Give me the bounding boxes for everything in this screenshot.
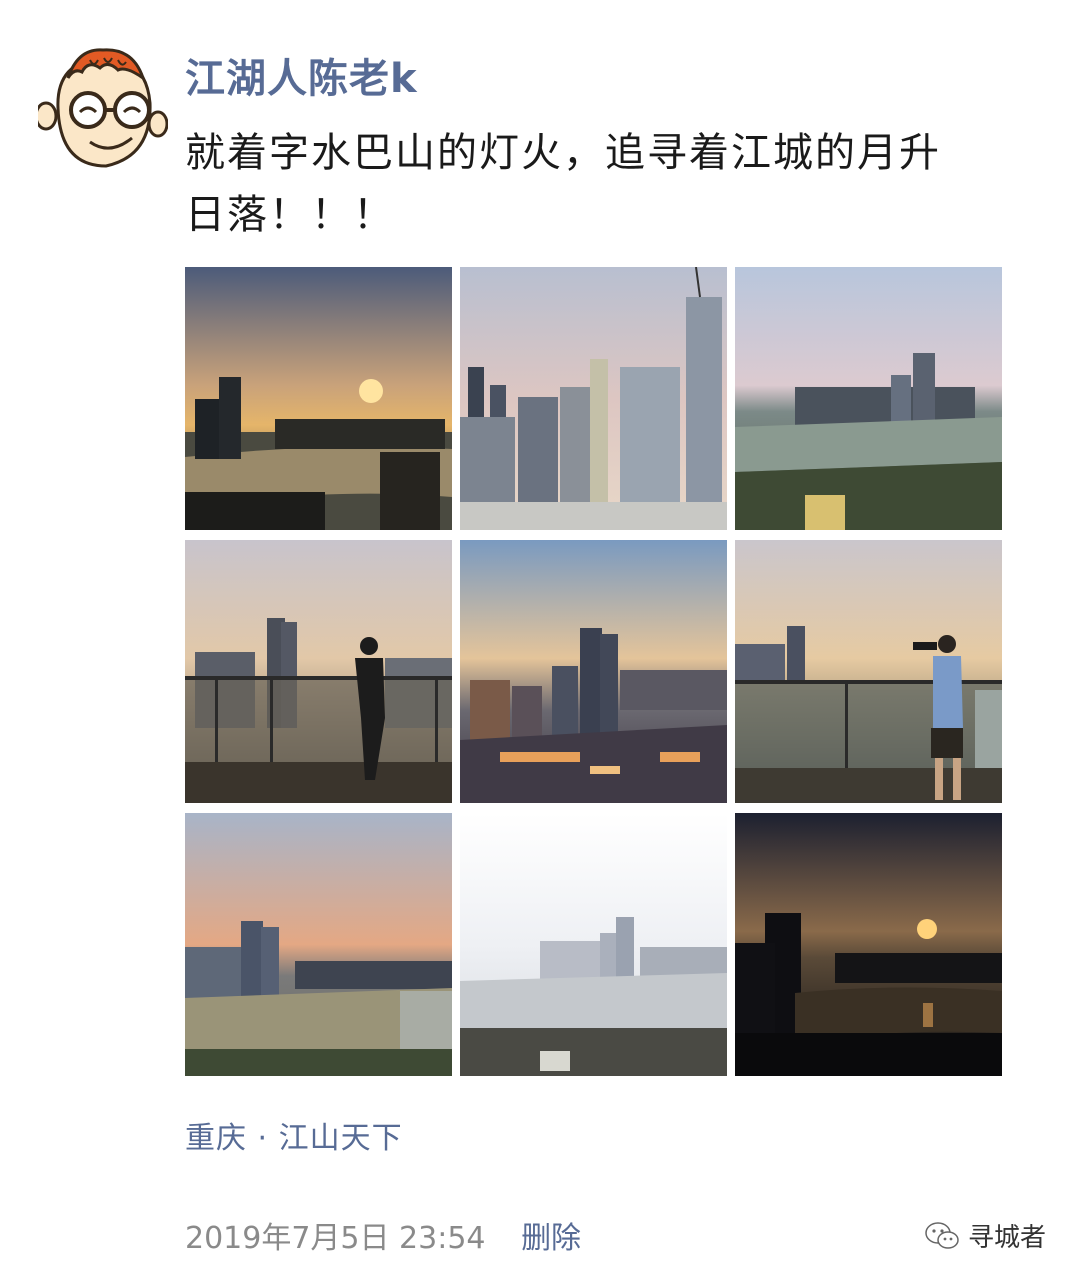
photo-river-panorama[interactable] bbox=[735, 267, 1002, 530]
photo-sunset-skyline-river[interactable] bbox=[185, 267, 452, 530]
photo-photographer-on-balcony[interactable] bbox=[735, 540, 1002, 803]
watermark-label: 寻城者 bbox=[967, 1223, 1046, 1253]
post-text-line: 就着字水巴山的灯火，追寻着江城的月升 bbox=[185, 130, 941, 176]
photo-grid bbox=[185, 267, 1002, 1076]
photo-towers-under-construction[interactable] bbox=[460, 267, 727, 530]
username[interactable]: 江湖人陈老k bbox=[185, 46, 418, 104]
post-text: 就着字水巴山的灯火，追寻着江城的月升 日落！！！ bbox=[185, 122, 1045, 246]
watermark: 寻城者 bbox=[924, 1217, 1046, 1254]
photo-dark-sunset-silhouette[interactable] bbox=[735, 813, 1002, 1076]
delete-button[interactable]: 删除 bbox=[521, 1213, 581, 1257]
post-timestamp: 2019年7月5日 23:54 bbox=[185, 1221, 486, 1256]
photo-bright-river-panorama[interactable] bbox=[460, 813, 727, 1076]
post-footer: 2019年7月5日 23:54 删除 bbox=[185, 1213, 581, 1257]
location-tag[interactable]: 重庆 · 江山天下 bbox=[185, 1113, 403, 1157]
photo-man-on-balcony[interactable] bbox=[185, 540, 452, 803]
wechat-icon bbox=[925, 1221, 959, 1249]
photo-raffles-city-dusk[interactable] bbox=[460, 540, 727, 803]
post-text-line: 日落！！！ bbox=[185, 192, 395, 238]
avatar[interactable] bbox=[34, 38, 169, 173]
photo-dusk-skyline-highrise[interactable] bbox=[185, 813, 452, 1076]
